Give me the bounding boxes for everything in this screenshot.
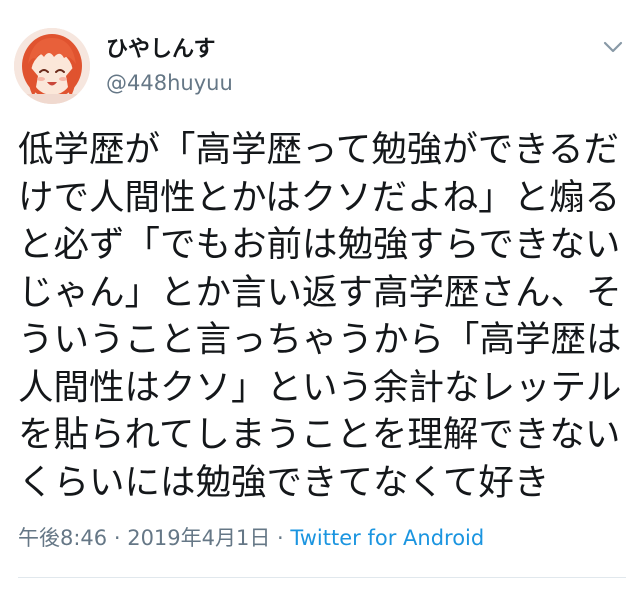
tweet-text-line: 低学歴が「高学歴って勉強ができるだ: [18, 129, 620, 170]
tweet-text-line: と必ず「でもお前は勉強すらできない: [18, 224, 621, 265]
tweet-date[interactable]: 2019年4月1日: [127, 526, 270, 550]
tweet-text-line: ういうこと言っちゃうから「高学歴は: [18, 319, 622, 360]
tweet-text-line: を貼られてしまうことを理解できない: [18, 414, 621, 455]
meta-separator: ·: [107, 526, 128, 550]
meta-separator: ·: [270, 526, 291, 550]
tweet-text: 低学歴が「高学歴って勉強ができるだ けで人間性とかはクソだよね」と煽る と必ず「…: [18, 126, 630, 506]
author-display-name[interactable]: ひやしんす: [106, 36, 216, 64]
chevron-down-icon[interactable]: [600, 36, 626, 58]
avatar[interactable]: [14, 28, 90, 104]
avatar-image: [14, 28, 90, 104]
tweet-meta: 午後8:46 · 2019年4月1日 · Twitter for Android: [18, 524, 484, 552]
divider: [18, 577, 626, 578]
tweet-time[interactable]: 午後8:46: [18, 526, 107, 550]
author-handle[interactable]: @448huyuu: [106, 70, 233, 96]
tweet-text-line: 人間性はクソ」という余計なレッテル: [18, 366, 622, 408]
tweet-source-link[interactable]: Twitter for Android: [290, 526, 484, 550]
tweet-text-line: けで人間性とかはクソだよね」と煽る: [18, 176, 621, 218]
tweet-text-line: じゃん」とか言い返す高学歴さん、そ: [18, 271, 622, 313]
tweet-text-line: くらいには勉強できてなくて好き: [18, 461, 550, 503]
